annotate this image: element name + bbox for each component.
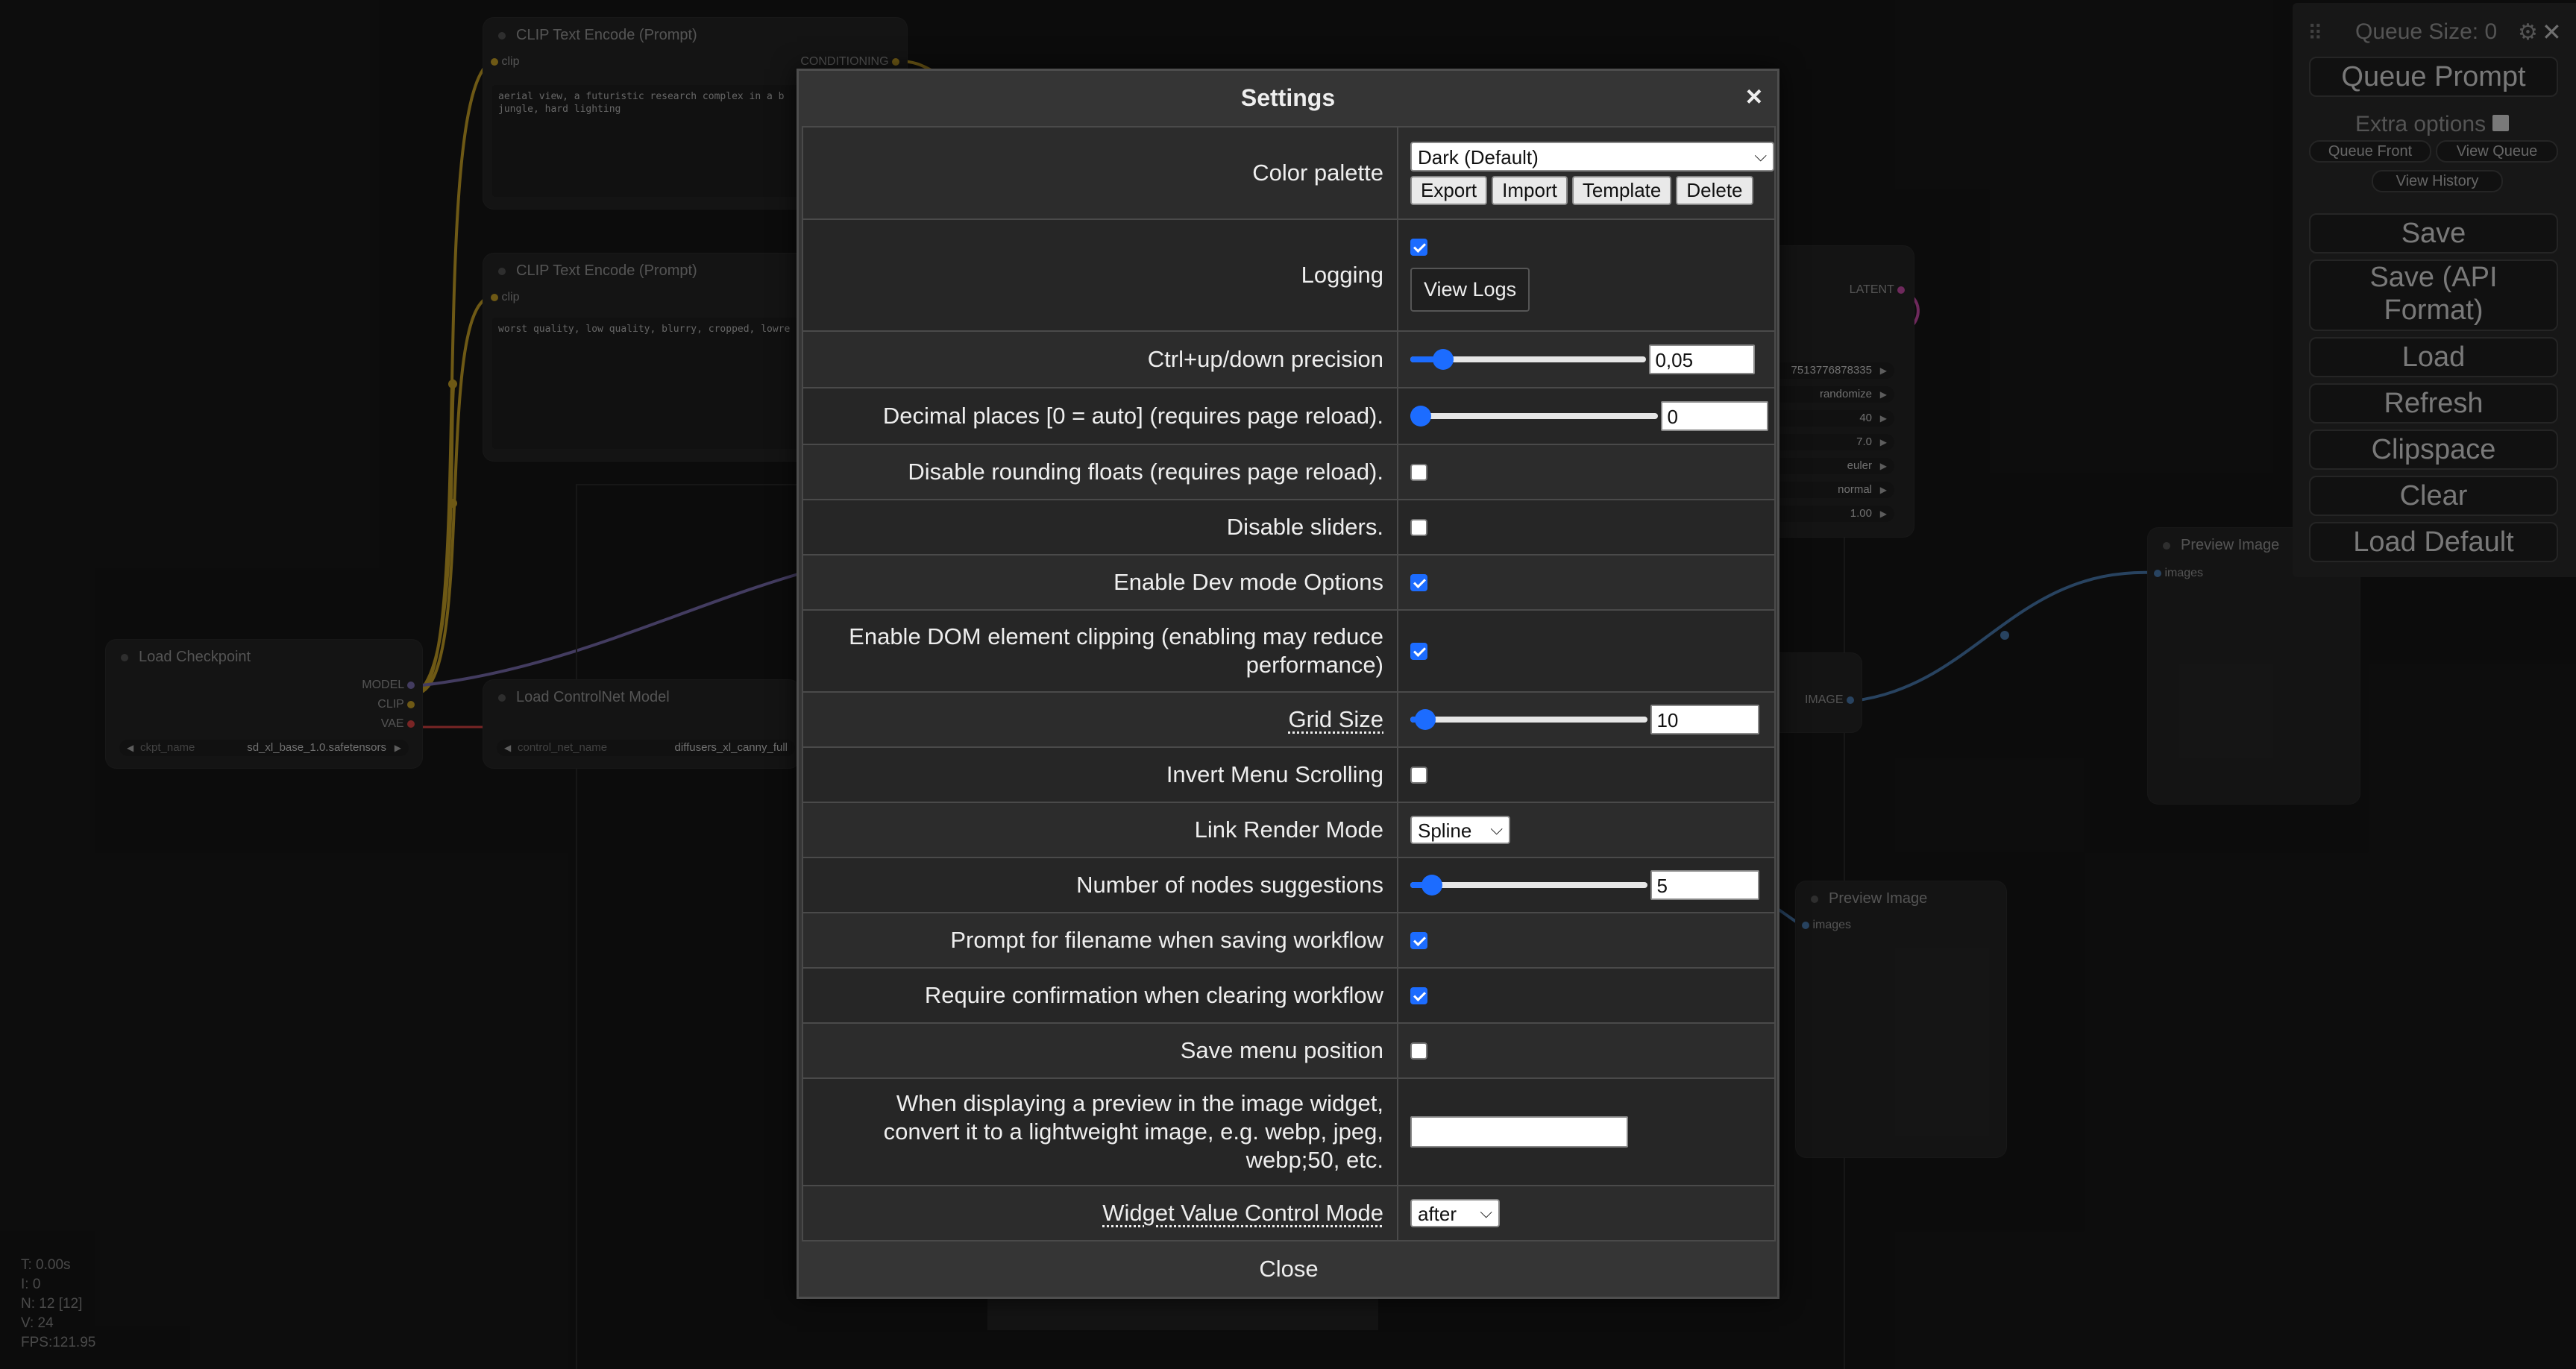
setting-row-color-palette: Color palette Dark (Default) ⌵ Export Impo… <box>802 126 1776 220</box>
setting-row-confirm-clear: Require confirmation when clearing workf… <box>802 967 1776 1024</box>
setting-row-disable-rounding: Disable rounding floats (requires page r… <box>802 444 1776 500</box>
invert-scrolling-checkbox[interactable] <box>1410 766 1427 784</box>
setting-label: Color palette <box>802 126 1398 220</box>
setting-row-link-render-mode: Link Render Mode Spline ⌵ <box>802 802 1776 858</box>
precision-slider[interactable] <box>1410 347 1646 371</box>
dialog-title: Settings <box>1240 84 1336 111</box>
disable-sliders-checkbox[interactable] <box>1410 518 1427 536</box>
delete-button[interactable]: Delete <box>1676 175 1753 205</box>
setting-label: Require confirmation when clearing workf… <box>802 967 1398 1024</box>
color-palette-select[interactable]: Dark (Default) ⌵ <box>1410 141 1774 171</box>
setting-row-invert-scrolling: Invert Menu Scrolling <box>802 746 1776 803</box>
setting-label: Grid Size <box>1288 706 1383 732</box>
dom-clipping-checkbox[interactable] <box>1410 642 1427 660</box>
decimal-places-slider[interactable] <box>1410 404 1658 428</box>
dev-mode-checkbox[interactable] <box>1410 573 1427 591</box>
setting-row-logging: Logging View Logs <box>802 218 1776 332</box>
setting-label: Enable DOM element clipping (enabling ma… <box>802 609 1398 693</box>
setting-label: Link Render Mode <box>802 802 1398 858</box>
export-button[interactable]: Export <box>1410 175 1488 205</box>
grid-size-input[interactable]: 10 <box>1650 705 1760 734</box>
setting-row-save-menu-position: Save menu position <box>802 1022 1776 1079</box>
setting-control: Dark (Default) ⌵ Export Import Template Dele… <box>1397 126 1776 220</box>
setting-label: Number of nodes suggestions <box>802 857 1398 913</box>
preview-format-input[interactable] <box>1410 1116 1628 1148</box>
setting-label: Prompt for filename when saving workflow <box>802 912 1398 969</box>
setting-label: When displaying a preview in the image w… <box>802 1077 1398 1186</box>
setting-label: Decimal places [0 = auto] (requires page… <box>802 387 1398 445</box>
setting-row-disable-sliders: Disable sliders. <box>802 499 1776 556</box>
prompt-filename-checkbox[interactable] <box>1410 931 1427 949</box>
setting-row-widget-control: Widget Value Control Mode after ⌵ <box>802 1185 1776 1241</box>
decimal-places-input[interactable]: 0 <box>1661 401 1769 431</box>
palette-buttons: Export Import Template Delete <box>1410 175 1774 205</box>
chevron-down-icon: ⌵ <box>1754 145 1767 165</box>
precision-input[interactable]: 0,05 <box>1649 344 1756 374</box>
setting-label: Enable Dev mode Options <box>802 554 1398 611</box>
template-button[interactable]: Template <box>1571 175 1672 205</box>
chevron-down-icon: ⌵ <box>1490 819 1503 838</box>
setting-row-preview-convert: When displaying a preview in the image w… <box>802 1077 1776 1186</box>
setting-row-dev-mode: Enable Dev mode Options <box>802 554 1776 611</box>
setting-label: Disable sliders. <box>802 499 1398 556</box>
save-menu-position-checkbox[interactable] <box>1410 1042 1427 1060</box>
setting-row-prompt-filename: Prompt for filename when saving workflow <box>802 912 1776 969</box>
widget-control-select[interactable]: after ⌵ <box>1410 1199 1500 1227</box>
settings-dialog: Settings × Color palette Dark (Default) ⌵… <box>797 69 1779 1299</box>
setting-row-dom-clipping: Enable DOM element clipping (enabling ma… <box>802 609 1776 693</box>
confirm-clear-checkbox[interactable] <box>1410 986 1427 1004</box>
disable-rounding-checkbox[interactable] <box>1410 463 1427 481</box>
setting-row-grid-size: Grid Size 10 <box>802 691 1776 748</box>
close-icon[interactable]: × <box>1746 81 1762 113</box>
view-logs-button[interactable]: View Logs <box>1410 268 1530 312</box>
node-suggestions-input[interactable]: 5 <box>1650 870 1760 900</box>
setting-label: Ctrl+up/down precision <box>802 330 1398 388</box>
import-button[interactable]: Import <box>1492 175 1568 205</box>
setting-row-decimal-places: Decimal places [0 = auto] (requires page… <box>802 387 1776 445</box>
logging-checkbox[interactable] <box>1410 239 1427 256</box>
link-render-select[interactable]: Spline ⌵ <box>1410 816 1510 844</box>
grid-size-slider[interactable] <box>1410 708 1647 731</box>
close-button[interactable]: Close <box>802 1243 1776 1295</box>
node-suggestions-slider[interactable] <box>1410 873 1647 897</box>
settings-table: Color palette Dark (Default) ⌵ Export Impo… <box>802 126 1776 1241</box>
setting-label: Save menu position <box>802 1022 1398 1079</box>
chevron-down-icon: ⌵ <box>1480 1203 1492 1221</box>
setting-label: Disable rounding floats (requires page r… <box>802 444 1398 500</box>
setting-label: Widget Value Control Mode <box>1102 1200 1383 1226</box>
setting-row-precision: Ctrl+up/down precision 0,05 <box>802 330 1776 388</box>
setting-row-node-suggestions: Number of nodes suggestions 5 <box>802 857 1776 913</box>
setting-label: Invert Menu Scrolling <box>802 746 1398 803</box>
setting-label: Logging <box>802 218 1398 332</box>
